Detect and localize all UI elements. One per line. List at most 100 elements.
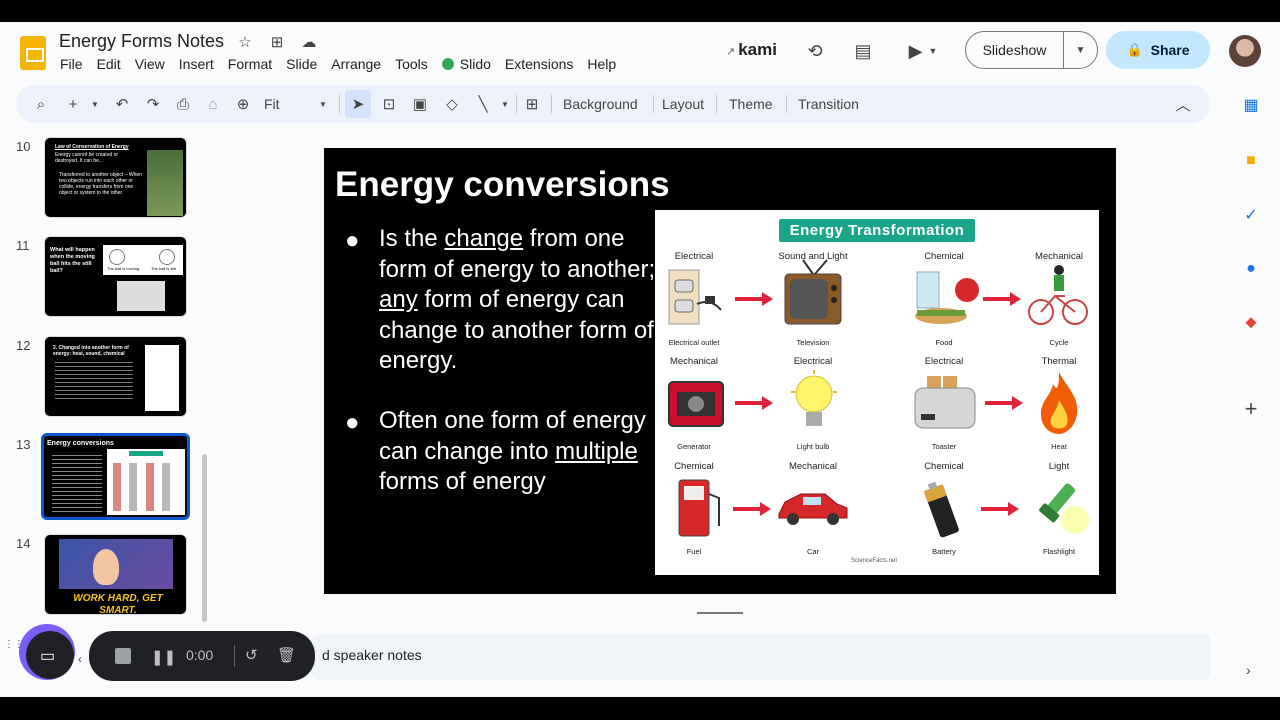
drag-handle-icon[interactable]: ⋮⋮ — [4, 640, 24, 662]
underlined-word: any — [379, 286, 418, 313]
kami-extension-button[interactable]: ↗ kami — [726, 40, 777, 60]
menu-help[interactable]: Help — [587, 56, 616, 72]
energy-transformation-image[interactable]: Energy Transformation Electrical Sound a… — [655, 210, 1099, 575]
menu-tools[interactable]: Tools — [395, 56, 428, 72]
slides-logo-icon[interactable] — [20, 36, 46, 70]
menu-slido[interactable]: Slido — [441, 56, 491, 72]
star-icon[interactable]: ☆ — [235, 32, 255, 52]
slide-thumbnail-13[interactable]: Energy conversions — [41, 433, 190, 520]
line-dropdown-icon[interactable]: ▼ — [494, 85, 516, 123]
redo-icon[interactable]: ↷ — [142, 85, 164, 123]
menu-arrange[interactable]: Arrange — [331, 56, 381, 72]
restart-icon[interactable]: ↺ — [245, 646, 258, 664]
text-run: Is the — [379, 225, 445, 252]
food-icon — [915, 271, 979, 324]
keep-icon[interactable]: ■ — [1232, 146, 1270, 176]
energy-label: Mechanical — [788, 461, 838, 472]
divider — [716, 95, 717, 113]
filmstrip-scrollbar[interactable] — [202, 454, 207, 622]
text-box-icon[interactable]: ⊡ — [378, 85, 400, 123]
bullet-1-text[interactable]: Is the change from one form of energy to… — [379, 224, 659, 377]
tasks-icon[interactable]: ✓ — [1232, 200, 1270, 230]
arrow-icon — [733, 502, 771, 516]
menu-extensions[interactable]: Extensions — [505, 56, 573, 72]
undo-icon[interactable]: ↶ — [111, 85, 133, 123]
energy-label: Thermal — [1041, 356, 1077, 367]
thumb-photo — [147, 150, 183, 216]
slide-thumbnail-11[interactable]: What will happen when the moving ball hi… — [44, 236, 187, 317]
zoom-select[interactable]: Fit — [264, 85, 280, 123]
calendar-icon[interactable]: ▦ — [1232, 90, 1270, 120]
move-folder-icon[interactable]: ⊞ — [267, 32, 287, 52]
notes-resize-handle[interactable] — [697, 612, 743, 614]
menu-insert[interactable]: Insert — [179, 56, 214, 72]
shape-icon[interactable]: ◇ — [441, 85, 463, 123]
recording-timer: 0:00 — [186, 647, 214, 663]
zoom-dropdown-icon[interactable]: ▼ — [312, 85, 334, 123]
slideshow-dropdown-icon[interactable]: ▼ — [1064, 45, 1097, 56]
insert-image-icon[interactable]: ▣ — [409, 85, 431, 123]
thumb-title: What will happen when the moving ball hi… — [50, 247, 95, 274]
menu-edit[interactable]: Edit — [97, 56, 121, 72]
collapse-toolbar-icon[interactable]: ︿ — [1172, 85, 1194, 123]
bullet-2-text[interactable]: Often one form of energy can change into… — [379, 406, 659, 498]
slideshow-button[interactable]: Slideshow — [966, 32, 1064, 68]
comments-icon[interactable]: ▤ — [851, 39, 875, 63]
version-history-icon[interactable]: ⟲ — [803, 39, 827, 63]
trash-icon[interactable]: 🗑 — [277, 646, 296, 664]
share-button[interactable]: 🔒 Share — [1106, 31, 1210, 69]
menu-format[interactable]: Format — [228, 56, 272, 72]
maps-icon[interactable]: ⬥ — [1232, 308, 1270, 338]
speaker-notes-placeholder[interactable]: d speaker notes — [322, 647, 422, 663]
add-comment-icon[interactable]: ⊞ — [521, 85, 543, 123]
record-camera-button[interactable]: ▭ — [26, 631, 74, 679]
slide-thumbnail-12[interactable]: 2. Changed into another form of energy: … — [44, 336, 187, 417]
item-caption: Heat — [1051, 442, 1067, 451]
background-button[interactable]: Background — [563, 85, 638, 123]
stop-icon[interactable] — [115, 648, 131, 664]
menu-file[interactable]: File — [60, 56, 83, 72]
menu-bar: File Edit View Insert Format Slide Arran… — [60, 56, 630, 72]
slide-canvas[interactable]: Energy conversions ● Is the change from … — [324, 148, 1116, 594]
cycle-icon — [1028, 265, 1088, 325]
divider — [234, 645, 235, 667]
menu-slide[interactable]: Slide — [286, 56, 317, 72]
new-slide-icon[interactable]: + — [62, 85, 84, 123]
energy-label: Chemical — [924, 461, 964, 472]
zoom-icon[interactable]: ⊕ — [232, 85, 254, 123]
speaker-notes-panel[interactable]: d speaker notes — [312, 634, 1210, 680]
select-cursor-icon[interactable]: ➤ — [345, 90, 371, 118]
bullet-dot: ● — [345, 227, 360, 254]
chevron-left-icon[interactable]: ‹ — [78, 652, 82, 666]
new-slide-dropdown-icon[interactable]: ▼ — [84, 85, 106, 123]
infographic-title: Energy Transformation — [779, 219, 975, 242]
energy-label: Chemical — [674, 461, 714, 472]
paint-format-icon[interactable]: ⌂ — [202, 85, 224, 123]
item-caption: Battery — [932, 547, 956, 556]
print-icon[interactable]: ⎙ — [172, 85, 194, 123]
arrow-icon — [735, 396, 773, 410]
chevron-right-icon[interactable]: › — [1246, 662, 1251, 678]
slide-thumbnail-10[interactable]: Law of Conservation of Energy Energy can… — [44, 137, 187, 218]
avatar[interactable] — [1229, 35, 1261, 67]
transition-button[interactable]: Transition — [798, 85, 859, 123]
pause-icon[interactable]: ❚❚ — [151, 648, 176, 666]
contacts-icon[interactable]: ● — [1232, 254, 1270, 284]
slide-title[interactable]: Energy conversions — [335, 165, 670, 205]
theme-button[interactable]: Theme — [729, 85, 773, 123]
cloud-status-icon[interactable]: ☁ — [299, 32, 319, 52]
layout-button[interactable]: Layout — [662, 85, 704, 123]
slide-number: 12 — [16, 338, 31, 353]
ball-icon — [159, 249, 175, 265]
thumb-title: Law of Conservation of Energy — [55, 144, 129, 150]
meet-call-icon[interactable]: ▶ ▼ — [903, 39, 943, 63]
add-on-plus-icon[interactable]: + — [1232, 394, 1270, 424]
item-caption: Electrical outlet — [668, 338, 720, 347]
search-menus-icon[interactable]: ⌕ — [30, 85, 52, 123]
document-title[interactable]: Energy Forms Notes — [59, 31, 224, 52]
menu-view[interactable]: View — [135, 56, 165, 72]
thumb-text: Energy cannot be created or destroyed. I… — [55, 152, 119, 164]
line-icon[interactable]: ╲ — [472, 85, 494, 123]
thumb-image — [117, 281, 165, 311]
slide-thumbnail-14[interactable]: WORK HARD, GET SMART. — [44, 534, 187, 615]
